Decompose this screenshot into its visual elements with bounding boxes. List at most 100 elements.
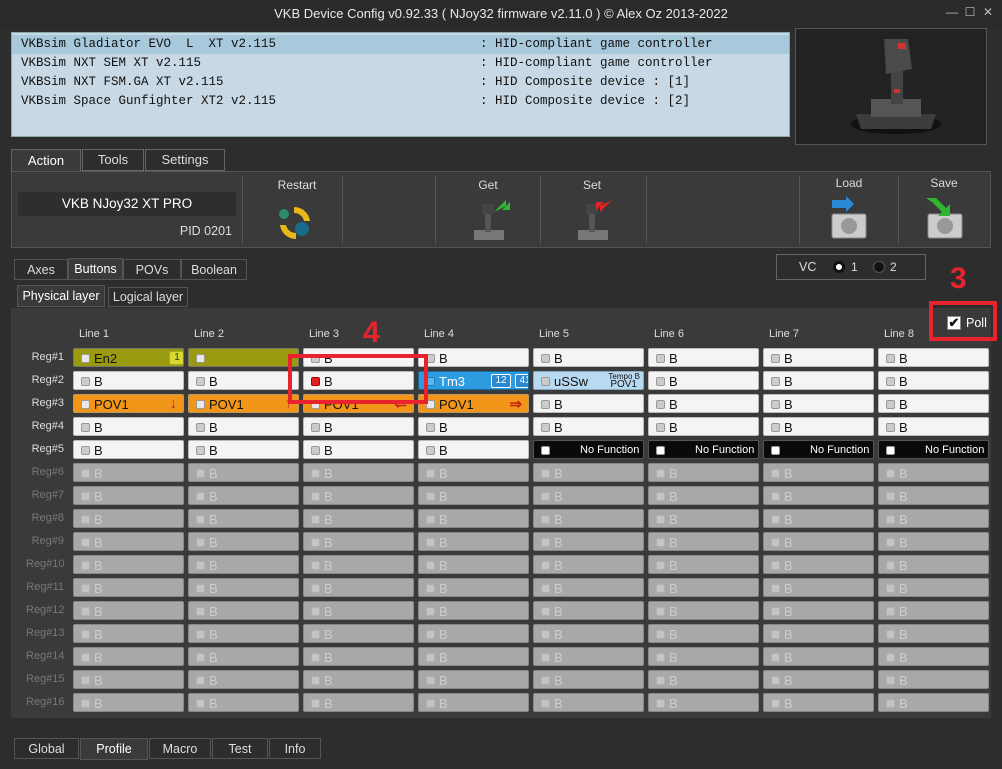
button-cell[interactable]: B [763,348,874,367]
button-cell[interactable]: B [763,371,874,390]
restart-button[interactable]: Restart [252,178,342,244]
save-button[interactable]: Save [900,176,988,244]
load-button[interactable]: Load [804,176,894,244]
button-cell: B [533,624,644,643]
button-cell[interactable]: No Function [648,440,759,459]
button-cell: B [878,555,989,574]
button-cell[interactable]: B [303,440,414,459]
cell-label: Tm3 [439,374,465,389]
button-cell: B [763,693,874,712]
button-cell[interactable]: B [73,440,184,459]
cell-label: B [94,374,103,389]
reg-label: Reg#12 [26,604,65,616]
device-row[interactable]: VKBSim NXT FSM.GA XT v2.115: HID Composi… [12,73,789,92]
button-cell[interactable]: B [73,371,184,390]
button-cell[interactable]: B [878,417,989,436]
button-cell[interactable]: B [533,348,644,367]
cell-label: B [669,696,678,711]
button-cell[interactable]: POV1 ↑ [188,394,299,413]
tab-buttons[interactable]: Buttons [68,258,123,280]
button-cell[interactable]: B [303,417,414,436]
button-cell[interactable]: B [763,417,874,436]
status-indicator [541,400,550,409]
status-indicator [311,607,320,616]
status-indicator [771,538,780,547]
tab-physical-layer[interactable]: Physical layer [17,285,105,307]
cell-label: B [94,650,103,665]
button-cell: B [878,532,989,551]
button-cell[interactable]: B [648,394,759,413]
cell-label: B [439,673,448,688]
set-button[interactable]: Set [544,178,640,244]
button-cell[interactable]: B [418,348,529,367]
button-cell[interactable]: No Function [533,440,644,459]
cell-label: uSSw [554,374,588,389]
pid-label: PID 0201 [179,224,232,238]
button-cell[interactable]: B [533,394,644,413]
close-button[interactable]: ✕ [982,6,994,18]
button-cell[interactable]: No Function [878,440,989,459]
button-cell[interactable]: No Function [763,440,874,459]
device-row[interactable]: VKBsim Gladiator EVO L XT v2.115: HID-co… [12,35,789,54]
button-cell[interactable]: B [648,371,759,390]
button-cell[interactable]: B [188,417,299,436]
status-indicator [81,653,90,662]
status-indicator [196,653,205,662]
cell-label: B [899,627,908,642]
tab-profile[interactable]: Profile [80,738,148,760]
minimize-button[interactable]: — [946,6,958,18]
button-cell[interactable]: B [533,417,644,436]
device-row[interactable]: VKBsim Space Gunfighter XT2 v2.115: HID … [12,92,789,111]
device-list[interactable]: VKBsim Gladiator EVO L XT v2.115: HID-co… [11,32,790,137]
cell-label: B [209,512,218,527]
button-cell: B [878,463,989,482]
get-button[interactable]: Get [440,178,536,244]
maximize-button[interactable]: ☐ [964,6,976,18]
tab-settings[interactable]: Settings [145,149,225,171]
vc-radio-2[interactable] [873,261,885,273]
button-cell[interactable]: B [418,440,529,459]
button-cell[interactable] [188,348,299,367]
button-cell: B [648,601,759,620]
status-indicator [426,584,435,593]
tab-axes[interactable]: Axes [14,259,68,280]
status-indicator [771,515,780,524]
tab-povs[interactable]: POVs [123,259,181,280]
button-cell[interactable]: B [878,394,989,413]
button-cell[interactable]: B [878,348,989,367]
button-cell[interactable]: B [418,417,529,436]
cell-label: B [209,535,218,550]
button-cell[interactable]: POV1 ⇒ [418,394,529,413]
tab-macro[interactable]: Macro [149,738,211,759]
button-cell[interactable]: B [73,417,184,436]
tab-logical-layer[interactable]: Logical layer [108,287,188,307]
device-row[interactable]: VKBSim NXT SEM XT v2.115: HID-compliant … [12,54,789,73]
cell-label: B [439,650,448,665]
status-indicator [541,377,550,386]
reg-label: Reg#2 [31,374,64,386]
button-cell[interactable]: En2 1 [73,348,184,367]
button-cell: B [533,463,644,482]
button-cell: B [648,555,759,574]
tab-action[interactable]: Action [11,149,81,172]
tab-test[interactable]: Test [212,738,268,759]
button-cell[interactable]: POV1 ↓ [73,394,184,413]
reg-label: Reg#15 [26,673,65,685]
tab-boolean[interactable]: Boolean [181,259,247,280]
button-cell[interactable]: B [878,371,989,390]
button-cell[interactable]: B [188,371,299,390]
button-cell[interactable]: B [648,348,759,367]
tab-tools[interactable]: Tools [82,149,144,171]
tab-info[interactable]: Info [269,738,321,759]
cell-label: B [669,535,678,550]
status-indicator [426,515,435,524]
button-cell[interactable]: B [648,417,759,436]
tab-global[interactable]: Global [14,738,79,759]
button-cell[interactable]: uSSw Tempo B POV1 [533,371,644,390]
vc-radio-1[interactable] [833,261,845,273]
status-indicator [311,630,320,639]
button-cell[interactable]: Tm3 12 41 [418,371,529,390]
button-cell[interactable]: B [188,440,299,459]
button-cell[interactable]: B [763,394,874,413]
button-cell: B [73,578,184,597]
